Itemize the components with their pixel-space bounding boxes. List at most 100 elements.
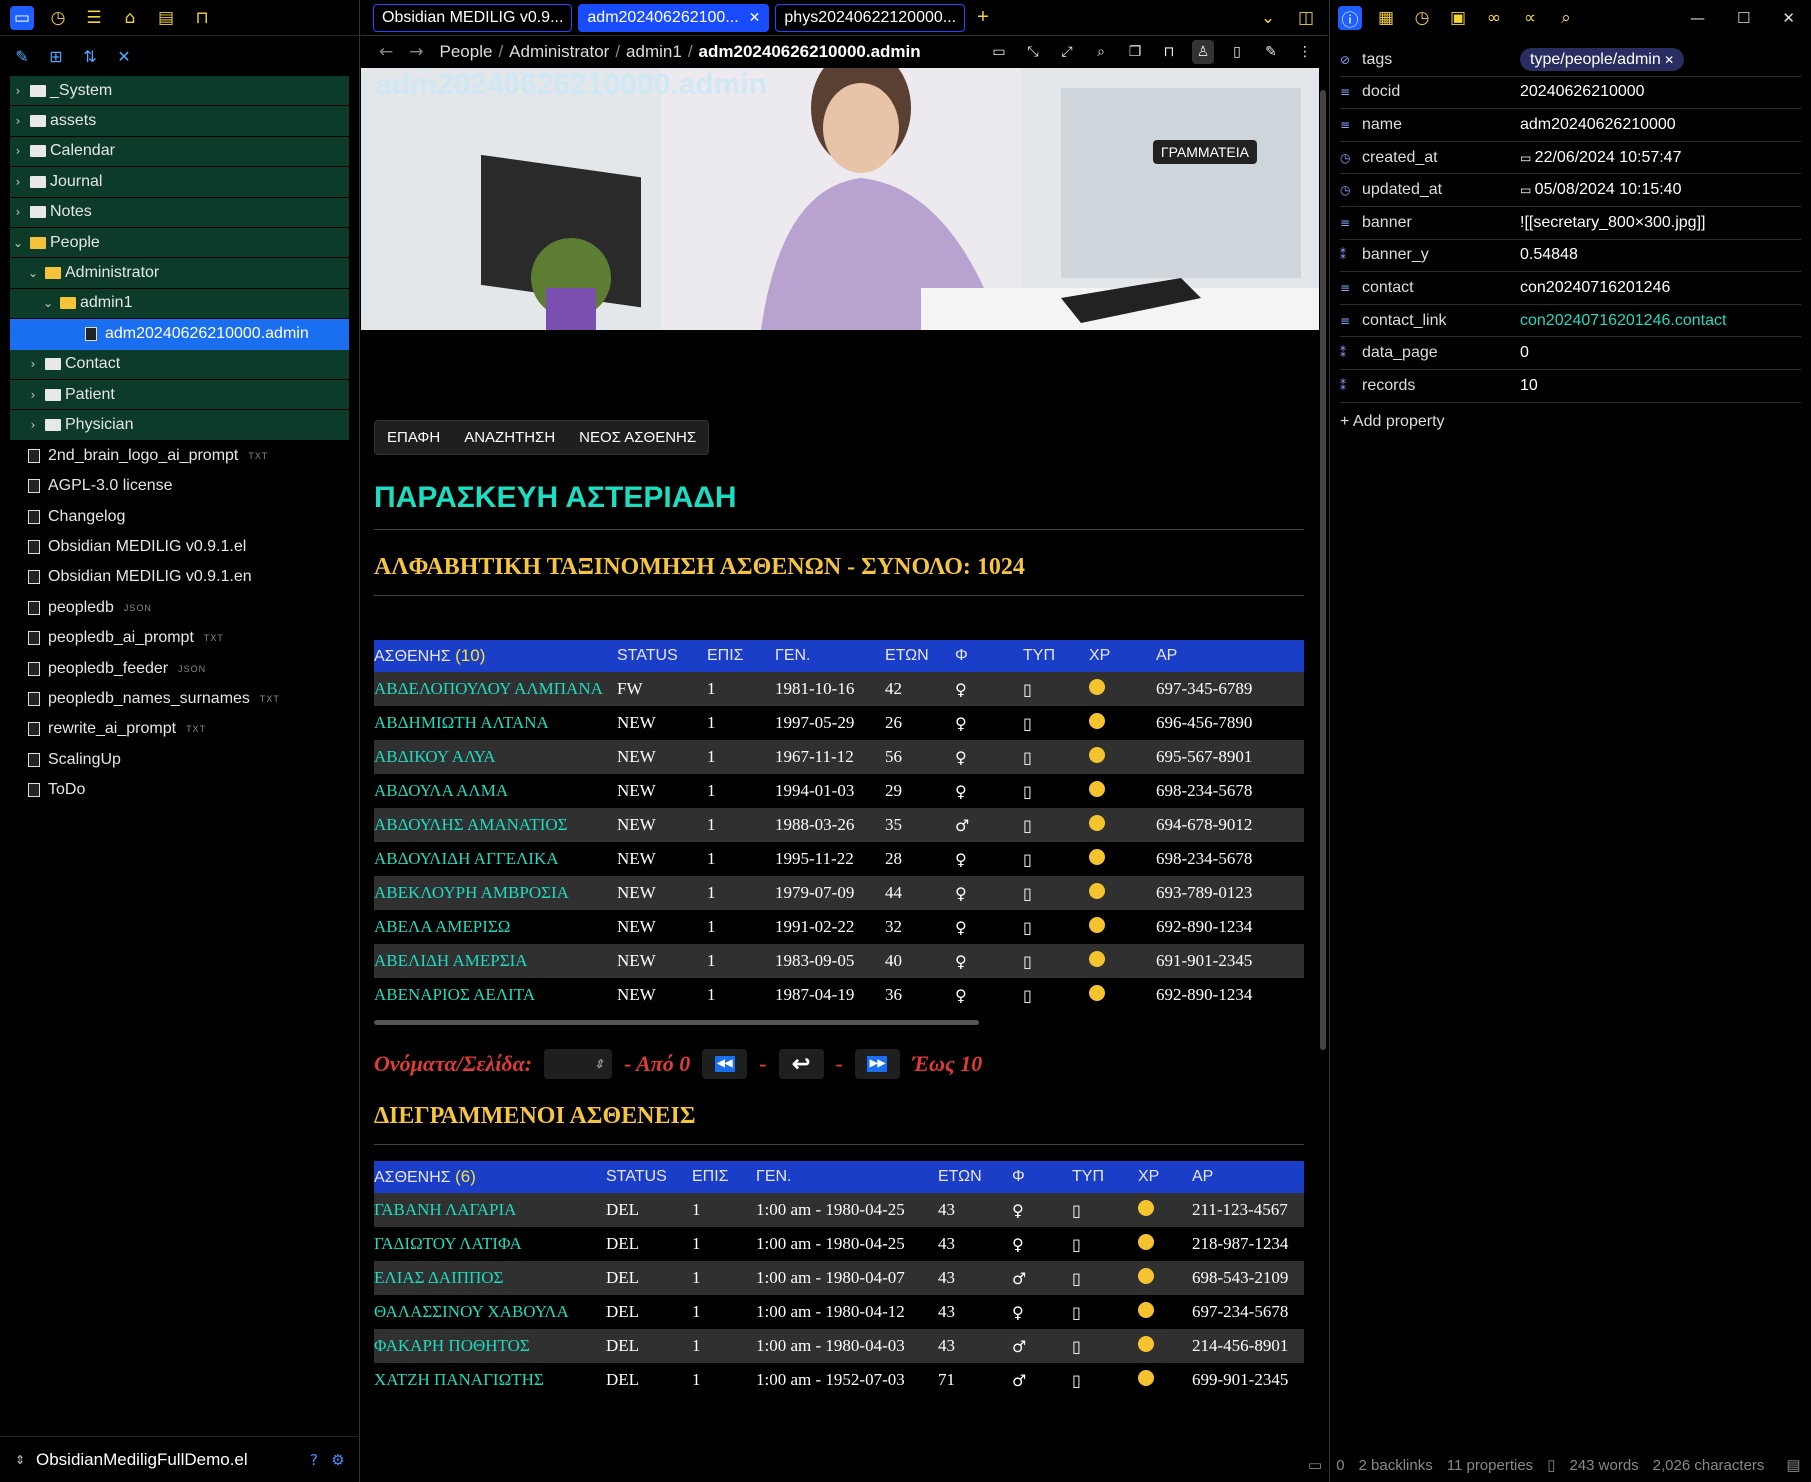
property-key[interactable]: updated_at — [1362, 181, 1442, 199]
shrink-icon[interactable]: ⤡ — [1022, 40, 1044, 64]
property-key[interactable]: name — [1362, 116, 1402, 134]
col-status[interactable]: STATUS — [606, 1161, 692, 1193]
files-icon[interactable]: ▭ — [10, 5, 34, 30]
new-patient-button[interactable]: ΝΕΟΣ ΑΣΘΕΝΗΣ — [567, 421, 708, 454]
forward-arrow-icon[interactable]: → — [409, 42, 423, 62]
breadcrumb-people[interactable]: People — [440, 42, 493, 62]
patient-name-link[interactable]: ΘΑΛΑΣΣΙΝΟΥ ΧΑΒΟΥΛΑ — [374, 1295, 606, 1329]
file-item[interactable]: adm20240626210000.admin — [10, 319, 349, 350]
property-value-tags[interactable]: type/people/admin ✕ — [1520, 47, 1685, 71]
search-icon[interactable]: ⌕ — [1090, 40, 1112, 64]
file-item[interactable]: Obsidian MEDILIG v0.9.1.en — [10, 562, 349, 592]
col-visits[interactable]: ΕΠΙΣ — [692, 1161, 756, 1193]
folder-item[interactable]: › assets — [10, 106, 349, 137]
col-status[interactable]: STATUS — [617, 640, 707, 672]
patient-name-link[interactable]: ΑΒΔΗΜΙΩΤΗ ΑΛΤΑΝΑ — [374, 706, 617, 740]
property-key[interactable]: contact — [1362, 279, 1414, 297]
reset-page-button[interactable]: ↩ — [778, 1049, 824, 1079]
chevron-right-icon[interactable]: › — [25, 357, 41, 371]
chevron-down-icon[interactable]: ⌄ — [25, 266, 41, 280]
collapse-all-icon[interactable]: ✕ — [112, 44, 136, 68]
file-item[interactable]: Changelog — [10, 501, 349, 531]
folder-item[interactable]: › Journal — [10, 167, 349, 198]
folder-item[interactable]: › Contact — [10, 349, 349, 380]
property-value[interactable]: 0.54848 — [1520, 246, 1578, 264]
file-item[interactable]: peopledb_ai_prompt TXT — [10, 623, 349, 653]
chevron-right-icon[interactable]: › — [10, 84, 26, 98]
col-dob[interactable]: ΓΕΝ. — [756, 1161, 938, 1193]
copy-icon[interactable]: ❐ — [1124, 40, 1146, 64]
patient-name-link[interactable]: ΑΒΔΟΥΛΗΣ ΑΜΑΝΑΤΙΟΣ — [374, 808, 617, 842]
tab-list-chevron-icon[interactable]: ⌄ — [1256, 6, 1280, 30]
tab-obsidian-medilig[interactable]: Obsidian MEDILIG v0.9... — [373, 3, 573, 32]
bookmark-icon[interactable]: ⊓ — [1158, 40, 1180, 64]
property-value[interactable]: ▭ 05/08/2024 10:15:40 — [1520, 181, 1681, 199]
file-item[interactable]: rewrite_ai_prompt TXT — [10, 714, 349, 744]
col-color[interactable]: ΧΡ — [1138, 1161, 1192, 1193]
file-item[interactable]: Obsidian MEDILIG v0.9.1.el — [10, 532, 349, 562]
patient-name-link[interactable]: ΑΒΕΛΙΔΗ ΑΜΕΡΣΙΑ — [374, 944, 617, 978]
patient-name-link[interactable]: ΑΒΔΙΚΟΥ ΑΛΥΑ — [374, 740, 617, 774]
tab-admin-note[interactable]: adm202406262100... ✕ — [578, 3, 770, 32]
search-icon[interactable]: ⌕ — [1554, 6, 1578, 30]
chevron-right-icon[interactable]: › — [25, 388, 41, 402]
expand-icon[interactable]: ⤢ — [1056, 40, 1078, 64]
col-visits[interactable]: ΕΠΙΣ — [707, 640, 775, 672]
reading-view-icon[interactable]: ▭ — [988, 40, 1010, 64]
col-type[interactable]: ΤΥΠ — [1072, 1161, 1138, 1193]
folder-item[interactable]: › Patient — [10, 379, 349, 411]
property-key[interactable]: data_page — [1362, 344, 1438, 362]
breadcrumb-admin1[interactable]: admin1 — [626, 42, 682, 62]
chevron-right-icon[interactable]: › — [10, 144, 26, 158]
property-value[interactable]: 10 — [1520, 377, 1538, 395]
close-window-icon[interactable]: ✕ — [1782, 9, 1795, 27]
property-value[interactable]: 0 — [1520, 344, 1529, 362]
info-icon[interactable]: ⓘ — [1338, 6, 1362, 31]
property-key[interactable]: tags — [1362, 51, 1392, 69]
patient-name-link[interactable]: ΓΑΔΙΩΤΟΥ ΛΑΤΙΦΑ — [374, 1227, 606, 1261]
col-sex[interactable]: Φ — [1012, 1161, 1072, 1193]
patient-name-link[interactable]: ΑΒΔΟΥΛΑ ΑΛΜΑ — [374, 774, 617, 808]
clock-icon[interactable]: ◷ — [1410, 6, 1434, 30]
property-key[interactable]: banner — [1362, 214, 1412, 232]
contact-button[interactable]: ΕΠΑΦΗ — [375, 421, 452, 454]
new-tab-icon[interactable]: + — [977, 6, 989, 29]
add-property-button[interactable]: + Add property — [1330, 413, 1811, 431]
file-item[interactable]: peopledb_names_surnames TXT — [10, 684, 349, 714]
col-phone[interactable]: ΑΡ — [1156, 640, 1304, 672]
vault-switcher[interactable]: ⇕ ObsidianMediligFullDemo.el ? ⚙ — [0, 1436, 360, 1482]
sync-icon[interactable]: ▤ — [1786, 1456, 1800, 1474]
patient-name-link[interactable]: ΓΑΒΑΝΗ ΛΑΓΑΡΙΑ — [374, 1193, 606, 1227]
outline-icon[interactable]: ☰ — [82, 6, 106, 30]
patient-name-link[interactable]: ΕΛΙΑΣ ΔΑΙΠΠΟΣ — [374, 1261, 606, 1295]
folder-item[interactable]: › Physician — [10, 410, 349, 441]
chevron-down-icon[interactable]: ⌄ — [10, 236, 26, 250]
property-key[interactable]: records — [1362, 377, 1415, 395]
bookmark-icon[interactable]: ⊓ — [190, 6, 214, 30]
folder-item[interactable]: ⌄ People — [10, 227, 349, 259]
toggle-right-sidebar-icon[interactable]: ◫ — [1294, 6, 1318, 30]
property-value[interactable]: 20240626210000 — [1520, 83, 1645, 101]
patient-name-link[interactable]: ΑΒΔΕΛΟΠΟΥΛΟΥ ΑΛΜΠΑΝΑ — [374, 672, 617, 706]
property-value[interactable]: ![[secretary_800×300.jpg]] — [1520, 214, 1705, 232]
folder-item[interactable]: › _System — [10, 76, 349, 107]
previous-page-button[interactable]: ◀◀ — [702, 1049, 748, 1079]
search-button[interactable]: ΑΝΑΖΗΤΗΣΗ — [452, 421, 567, 454]
chevron-right-icon[interactable]: › — [10, 205, 26, 219]
file-item[interactable]: ToDo — [10, 775, 349, 805]
minimize-icon[interactable]: — — [1690, 9, 1705, 27]
col-color[interactable]: ΧΡ — [1089, 640, 1156, 672]
remove-tag-icon[interactable]: ✕ — [1661, 53, 1674, 67]
help-icon[interactable]: ? — [302, 1448, 326, 1472]
tags-icon[interactable]: ⌂ — [118, 6, 142, 30]
file-item[interactable]: ScalingUp — [10, 745, 349, 775]
vertical-scrollbar[interactable] — [1320, 90, 1326, 1050]
chevron-down-icon[interactable]: ⌄ — [40, 296, 56, 310]
tab-physician-note[interactable]: phys20240622120000... — [775, 3, 966, 32]
back-arrow-icon[interactable]: ← — [379, 42, 393, 62]
per-page-select[interactable]: ⇕ — [544, 1049, 613, 1079]
property-key[interactable]: banner_y — [1362, 246, 1429, 264]
tag-pill[interactable]: type/people/admin ✕ — [1520, 47, 1685, 71]
col-phone[interactable]: ΑΡ — [1192, 1161, 1304, 1193]
file-item[interactable]: peopledb JSON — [10, 593, 349, 623]
